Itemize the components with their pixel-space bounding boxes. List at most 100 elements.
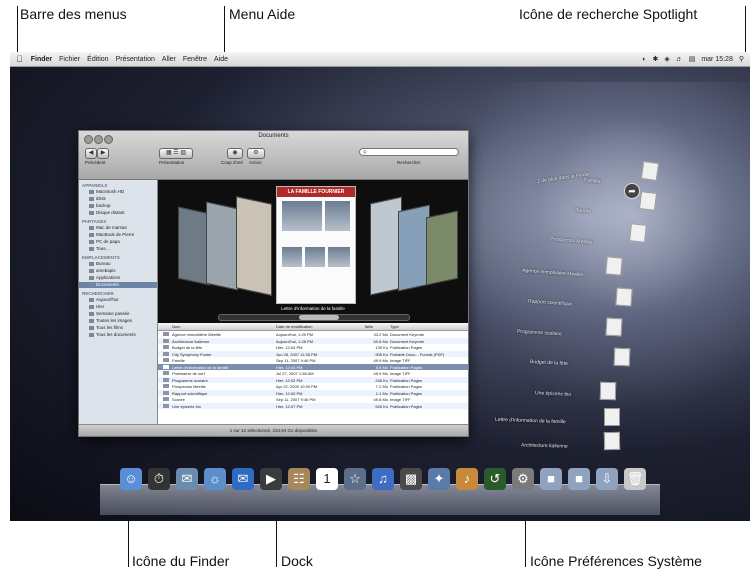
sidebar-item-macbook-pierre[interactable]: MacBook de Pierre — [89, 232, 157, 238]
sidebar-item-past-week[interactable]: Semaine passée — [89, 311, 157, 317]
sidebar-item-all-images[interactable]: Toutes les images — [89, 318, 157, 324]
applications-folder-icon[interactable]: ■ — [540, 468, 562, 490]
cover-left-3[interactable] — [236, 196, 272, 296]
sidebar-item-mac-maman[interactable]: Mac de maman — [89, 225, 157, 231]
documents-stack-icon[interactable]: ■ — [568, 468, 590, 490]
safari-icon[interactable]: ☼ — [204, 468, 226, 490]
iweb-icon[interactable]: ✦ — [428, 468, 450, 490]
network-icon — [89, 246, 94, 251]
menu-fenetre[interactable]: Fenêtre — [183, 56, 207, 63]
cover-flow-view[interactable]: LA FAMILLE FOURNIER Lettre d'information… — [158, 180, 468, 323]
sidebar-item-label: PC de papa — [96, 239, 120, 244]
trash-icon[interactable]: 🗑 — [624, 468, 646, 490]
file-icon — [163, 338, 169, 343]
cell-type: Publication Pages — [390, 384, 423, 389]
cover-flow-scroll-thumb[interactable] — [299, 315, 339, 320]
sidebar-item-bureau[interactable]: Bureau — [89, 261, 157, 267]
ichat-icon[interactable]: ✉ — [232, 468, 254, 490]
sidebar-item-pc-papa[interactable]: PC de papa — [89, 239, 157, 245]
dashboard-icon[interactable]: ⏱ — [148, 468, 170, 490]
sidebar-item-label: Tous les documents — [96, 332, 136, 337]
menu-presentation[interactable]: Présentation — [116, 56, 155, 63]
sidebar-item-backup[interactable]: backup — [89, 203, 157, 209]
stack-document-icon[interactable] — [603, 431, 621, 451]
sidebar-item-idisk[interactable]: iDisk — [89, 196, 157, 202]
stack-document-icon[interactable] — [604, 408, 620, 426]
iphoto-icon[interactable]: ☆ — [344, 468, 366, 490]
sidebar-item-applications[interactable]: Applications — [89, 275, 157, 281]
column-type[interactable]: Type — [390, 324, 399, 329]
system-preferences-icon[interactable]: ⚙ — [512, 468, 534, 490]
stack-document-icon[interactable] — [615, 287, 633, 307]
finder-window: Documents ◀ ▶ Précédent ▦ ☰ ▧ Présentati… — [78, 130, 469, 437]
stack-document-icon[interactable] — [613, 347, 631, 367]
spotlight-icon[interactable]: ⚲ — [739, 55, 744, 63]
cell-name: Lettre d'information de la famille — [172, 364, 229, 370]
downloads-icon[interactable]: ⇩ — [596, 468, 618, 490]
ical-icon[interactable]: 1 — [316, 468, 338, 490]
sidebar-item-all-documents[interactable]: Tous les documents — [89, 332, 157, 338]
cell-date: Sep 11, 2007 9:46 PM — [276, 397, 316, 402]
stack-document-icon[interactable] — [605, 256, 623, 276]
itunes-icon[interactable]: ♫ — [372, 468, 394, 490]
sidebar-item-label: Hier — [96, 304, 105, 309]
cover-photo — [325, 201, 350, 231]
table-row[interactable]: Une épicerie bio Hier, 12:07 PM 545 Ko Publ… — [158, 402, 468, 409]
sidebar-item-home[interactable]: amebapis — [89, 268, 157, 274]
cover-flow-scrollbar[interactable] — [218, 314, 410, 321]
column-size[interactable]: Taille — [364, 324, 373, 329]
wallpaper-aurora — [440, 82, 750, 412]
sidebar-item-label: Mac de maman — [96, 225, 128, 230]
time-machine-menu-icon[interactable]: ◐ — [642, 56, 646, 63]
stack-document-icon[interactable] — [599, 381, 617, 401]
menu-aide[interactable]: Aide — [214, 56, 228, 63]
sidebar-item-all-movies[interactable]: Tous les films — [89, 325, 157, 331]
stack-item-label[interactable]: Lettre d'information de la famille — [495, 417, 566, 425]
menu-aller[interactable]: Aller — [162, 56, 176, 63]
cell-type: Image TIFF — [390, 358, 411, 363]
stack-item-label[interactable]: Architecture italienne — [521, 442, 568, 449]
file-icon — [163, 351, 169, 356]
window-titlebar[interactable]: Documents ◀ ▶ Précédent ▦ ☰ ▧ Présentati… — [79, 131, 468, 180]
sidebar-item-yesterday[interactable]: Hier — [89, 304, 157, 310]
menu-edition[interactable]: Édition — [87, 56, 108, 63]
cover-right-3[interactable] — [426, 210, 458, 286]
display-icon[interactable]: ▤ — [689, 55, 696, 63]
file-icon — [163, 397, 169, 401]
quicklook-button[interactable]: ◉ — [227, 148, 243, 159]
mail-icon[interactable]: ✉ — [176, 468, 198, 490]
address-book-icon[interactable]: ☷ — [288, 468, 310, 490]
view-buttons[interactable]: ▦ ☰ ▧ — [159, 148, 193, 159]
sidebar-item-all-shared[interactable]: Tous… — [89, 246, 157, 252]
sidebar-item-documents[interactable]: Documents — [79, 282, 157, 288]
menu-fichier[interactable]: Fichier — [59, 56, 80, 63]
menu-finder[interactable]: Finder — [31, 56, 52, 63]
list-rows: Agence immobilière Mireille Aujourd'hui, … — [158, 331, 468, 409]
cover-selected-document[interactable]: LA FAMILLE FOURNIER — [276, 186, 356, 304]
back-button[interactable]: ◀ — [85, 148, 97, 159]
clock[interactable]: mar 15:28 — [701, 56, 733, 63]
garageband-icon[interactable]: ♪ — [456, 468, 478, 490]
bluetooth-icon[interactable]: ✱ — [652, 55, 658, 63]
column-name[interactable]: Nom — [172, 324, 180, 329]
finder-icon[interactable]: ☺ — [120, 468, 142, 490]
imovie-icon[interactable]: ▩ — [400, 468, 422, 490]
sidebar-item-today[interactable]: Aujourd'hui — [89, 297, 157, 303]
stack-document-icon[interactable] — [638, 191, 658, 211]
volume-icon[interactable]: ♬ — [676, 56, 683, 63]
open-in-finder-icon[interactable]: ➦ — [624, 183, 640, 199]
sidebar-item-macintosh-hd[interactable]: Macintosh HD — [89, 189, 157, 195]
stack-document-icon[interactable] — [640, 160, 660, 182]
search-input[interactable]: ⚲ — [359, 148, 459, 156]
time-machine-icon[interactable]: ↺ — [484, 468, 506, 490]
wifi-icon[interactable]: ◈ — [664, 55, 669, 63]
forward-button[interactable]: ▶ — [97, 148, 109, 159]
stack-document-icon[interactable] — [629, 223, 647, 243]
column-date[interactable]: Date de modification — [276, 324, 312, 329]
action-button[interactable]: ⚙ — [247, 148, 265, 159]
apple-menu-icon[interactable]:  — [16, 54, 23, 64]
facetime-icon[interactable]: ▶ — [260, 468, 282, 490]
sidebar-item-remote-disc[interactable]: Disque distant — [89, 210, 157, 216]
stack-document-icon[interactable] — [605, 317, 623, 337]
cover-left-2[interactable] — [206, 201, 238, 291]
